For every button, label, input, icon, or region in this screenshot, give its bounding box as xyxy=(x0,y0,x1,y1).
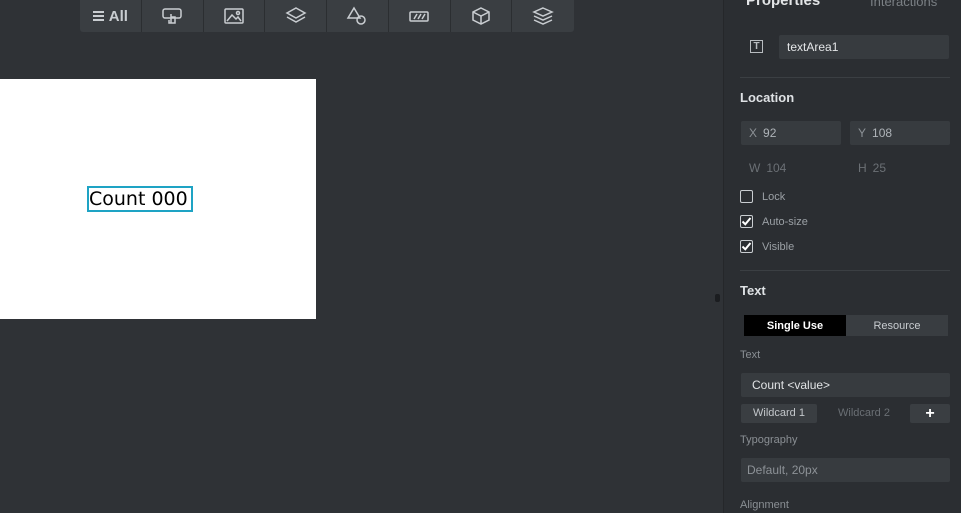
text-label: Text xyxy=(740,349,761,361)
auto-size-checkbox[interactable] xyxy=(740,215,753,228)
alignment-label: Alignment xyxy=(740,499,789,511)
location-title: Location xyxy=(740,90,795,105)
w-value: 104 xyxy=(766,161,787,175)
selected-text-widget[interactable]: Count 000 xyxy=(87,186,193,212)
resource-button[interactable]: Resource xyxy=(846,315,948,336)
lock-checkbox-row[interactable]: Lock xyxy=(740,190,785,203)
text-source-toggle: Single Use Resource xyxy=(744,315,948,336)
typography-label: Typography xyxy=(740,434,798,446)
touch-widget-icon xyxy=(162,8,182,24)
y-field[interactable]: Y 108 xyxy=(850,121,950,145)
touch-widget-button[interactable] xyxy=(142,0,204,32)
height-field: H 25 xyxy=(850,156,950,180)
all-widgets-label: All xyxy=(108,7,128,25)
text-value-field[interactable]: Count <value> xyxy=(741,373,950,397)
widget-name-field[interactable]: textArea1 xyxy=(779,35,949,59)
3d-widget-button[interactable] xyxy=(451,0,513,32)
text-field-widget-button[interactable] xyxy=(389,0,451,32)
text-area-type-icon: T xyxy=(750,40,763,53)
single-use-button[interactable]: Single Use xyxy=(744,315,846,336)
auto-size-label: Auto-size xyxy=(762,215,808,228)
shapes-widget-button[interactable] xyxy=(327,0,389,32)
tab-interactions[interactable]: Interactions xyxy=(870,0,937,9)
divider xyxy=(740,270,950,271)
all-widgets-button[interactable]: All xyxy=(80,0,142,32)
lock-checkbox[interactable] xyxy=(740,190,753,203)
visible-label: Visible xyxy=(762,240,795,253)
auto-size-checkbox-row[interactable]: Auto-size xyxy=(740,215,808,228)
properties-panel: Properties Interactions T textArea1 Loca… xyxy=(723,0,961,513)
image-icon xyxy=(224,8,244,24)
menu-icon xyxy=(92,9,104,23)
wildcard-1-button[interactable]: Wildcard 1 xyxy=(741,404,817,423)
y-label: Y xyxy=(858,126,867,140)
text-section-title: Text xyxy=(740,283,766,298)
shapes-icon xyxy=(347,6,367,25)
add-wildcard-button[interactable]: + xyxy=(910,404,950,423)
w-label: W xyxy=(749,161,761,175)
3d-box-icon xyxy=(472,7,490,25)
checkmark-icon xyxy=(741,217,752,226)
widget-toolbar: All xyxy=(80,0,574,32)
y-value: 108 xyxy=(872,126,893,140)
panel-resize-handle[interactable] xyxy=(715,294,720,302)
typography-field[interactable]: Default, 20px xyxy=(741,458,950,482)
layers-icon xyxy=(285,7,307,23)
wildcard-2-button[interactable]: Wildcard 2 xyxy=(826,404,902,423)
image-widget-button[interactable] xyxy=(204,0,266,32)
lock-label: Lock xyxy=(762,190,786,203)
h-label: H xyxy=(858,161,867,175)
text-field-icon xyxy=(409,11,429,22)
tab-properties[interactable]: Properties xyxy=(746,0,820,9)
visible-checkbox-row[interactable]: Visible xyxy=(740,240,794,253)
design-screen[interactable]: Count 000 xyxy=(0,79,316,319)
x-value: 92 xyxy=(763,126,777,140)
stack-icon xyxy=(532,7,554,25)
x-label: X xyxy=(749,126,758,140)
visible-checkbox[interactable] xyxy=(740,240,753,253)
layers-widget-button[interactable] xyxy=(265,0,327,32)
width-field: W 104 xyxy=(741,156,841,180)
stack-widget-button[interactable] xyxy=(512,0,574,32)
checkmark-icon xyxy=(741,242,752,251)
h-value: 25 xyxy=(872,161,887,175)
divider xyxy=(740,77,950,78)
x-field[interactable]: X 92 xyxy=(741,121,841,145)
